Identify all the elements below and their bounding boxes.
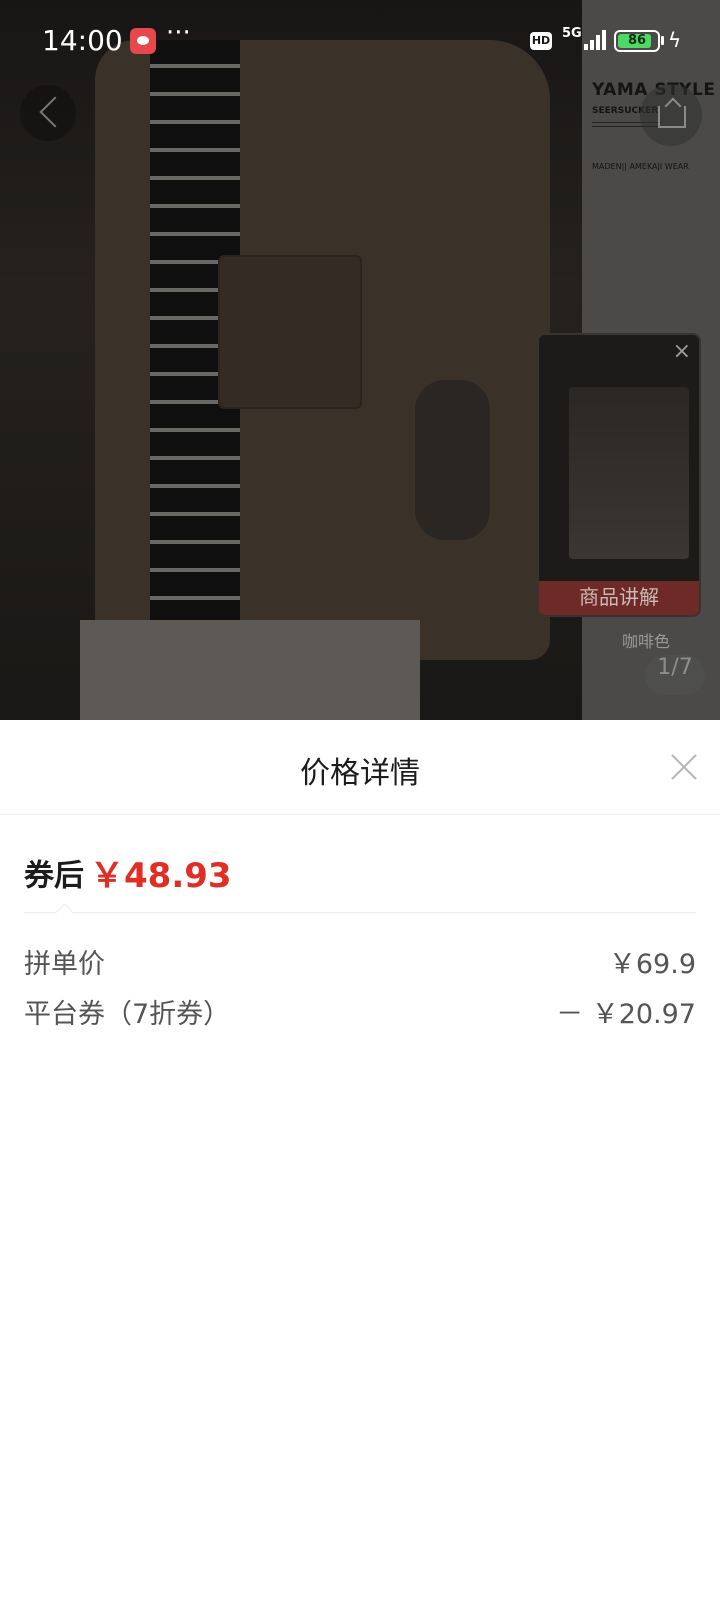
- final-price-label: 券后: [24, 858, 84, 894]
- sheet-title: 价格详情: [300, 756, 420, 791]
- chest-pocket-graphic: [218, 255, 362, 409]
- battery-tip: [661, 36, 664, 45]
- share-button[interactable]: [640, 84, 702, 146]
- final-price-value: ￥48.93: [90, 856, 232, 896]
- arm-graphic: [415, 380, 490, 540]
- more-notifications-icon: ···: [166, 18, 191, 48]
- price-row-value: － ￥20.97: [556, 999, 696, 1030]
- battery-icon: 86: [614, 30, 660, 52]
- status-time: 14:00: [42, 24, 123, 57]
- signal-strength-icon: [584, 30, 608, 50]
- price-row-label: 平台券（7折券）: [24, 999, 231, 1030]
- product-video-card[interactable]: × 商品讲解: [537, 333, 701, 617]
- price-row-value: ￥69.9: [608, 949, 696, 980]
- sheet-header: 价格详情: [0, 720, 720, 815]
- back-button[interactable]: [20, 85, 76, 141]
- price-row-label: 拼单价: [24, 949, 105, 980]
- price-row-coupon: 平台券（7折券） － ￥20.97: [24, 992, 696, 1032]
- color-variant-label: 咖啡色: [622, 632, 671, 651]
- network-type-label: 5G: [562, 26, 582, 41]
- charging-icon: ϟ: [668, 28, 682, 52]
- product-image-area[interactable]: YAMA STYLE SEERSUCKER MADEN|| AMEKAJI WE…: [0, 0, 720, 720]
- close-icon[interactable]: [668, 750, 700, 782]
- divider: [24, 912, 696, 913]
- price-row-group-buy: 拼单价 ￥69.9: [24, 942, 696, 982]
- video-thumbnail: [569, 387, 689, 559]
- app-notification-icon: [130, 28, 156, 54]
- video-close-icon[interactable]: ×: [673, 339, 691, 364]
- pants-graphic: [80, 620, 420, 720]
- divider-notch: [55, 903, 74, 922]
- product-photo: [0, 0, 582, 720]
- price-detail-sheet: 价格详情 券后 ￥48.93 拼单价 ￥69.9 平台券（7折券） － ￥20.9…: [0, 720, 720, 1600]
- hd-voice-icon: HD: [530, 32, 552, 50]
- status-bar: 14:00 ··· HD 5G 86 ϟ: [0, 0, 720, 80]
- video-explain-label: 商品讲解: [539, 581, 699, 615]
- final-price-row: 券后 ￥48.93: [24, 848, 232, 896]
- image-page-indicator: 1/7: [645, 655, 705, 695]
- battery-level: 86: [627, 33, 647, 48]
- poster-caption: MADEN|| AMEKAJI WEAR: [592, 162, 689, 171]
